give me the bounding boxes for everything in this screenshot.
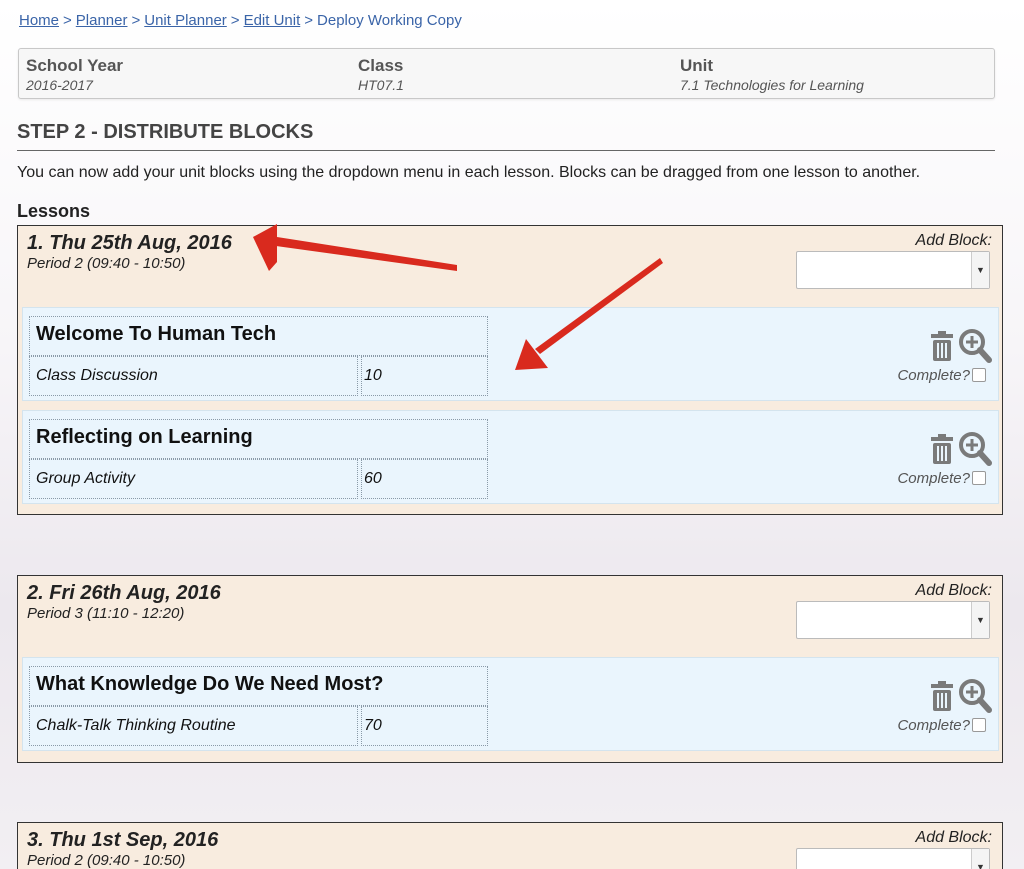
block-minutes[interactable]: 60 <box>361 459 488 499</box>
complete-toggle: Complete? <box>897 367 986 384</box>
block-activity[interactable]: Group Activity <box>29 459 358 499</box>
add-block-dropdown[interactable]: ▼ <box>796 251 990 289</box>
complete-toggle: Complete? <box>897 470 986 487</box>
unit-block[interactable]: What Knowledge Do We Need Most? Chalk-Ta… <box>22 657 999 751</box>
breadcrumb-separator: > <box>230 12 240 29</box>
complete-toggle: Complete? <box>897 717 986 734</box>
block-minutes[interactable]: 10 <box>361 356 488 396</box>
lesson-card: 3. Thu 1st Sep, 2016 Period 2 (09:40 - 1… <box>17 822 1003 869</box>
breadcrumb-current: Deploy Working Copy <box>317 12 462 29</box>
add-block-dropdown[interactable]: ▼ <box>796 848 990 869</box>
unit-value: 7.1 Technologies for Learning <box>680 77 864 93</box>
school-year-value: 2016-2017 <box>26 77 93 93</box>
complete-checkbox[interactable] <box>972 471 986 485</box>
breadcrumb-separator: > <box>304 12 314 29</box>
add-block-label: Add Block: <box>915 232 992 249</box>
lesson-period: Period 3 (11:10 - 12:20) <box>27 605 185 622</box>
block-title[interactable]: What Knowledge Do We Need Most? <box>29 666 488 706</box>
breadcrumb-edit-unit-link[interactable]: Edit Unit <box>244 12 301 29</box>
lesson-card: 2. Fri 26th Aug, 2016 Period 3 (11:10 - … <box>17 575 1003 763</box>
school-year-label: School Year <box>26 56 124 75</box>
block-actions <box>920 678 992 714</box>
lesson-title: 3. Thu 1st Sep, 2016 <box>27 829 219 851</box>
breadcrumb: Home > Planner > Unit Planner > Edit Unit > Depl… <box>19 12 462 29</box>
add-block-dropdown[interactable]: ▼ <box>796 601 990 639</box>
lesson-title: 2. Fri 26th Aug, 2016 <box>27 582 221 604</box>
complete-label: Complete? <box>897 367 970 384</box>
breadcrumb-separator: > <box>131 12 141 29</box>
class-column: Class HT07.1 <box>358 56 404 93</box>
block-actions <box>920 328 992 364</box>
unit-column: Unit 7.1 Technologies for Learning <box>680 56 864 93</box>
block-activity[interactable]: Chalk-Talk Thinking Routine <box>29 706 358 746</box>
complete-checkbox[interactable] <box>972 368 986 382</box>
breadcrumb-separator: > <box>63 12 72 29</box>
chevron-down-icon: ▼ <box>971 252 989 288</box>
block-title[interactable]: Welcome To Human Tech <box>29 316 488 356</box>
breadcrumb-planner-link[interactable]: Planner <box>76 12 128 29</box>
lesson-period: Period 2 (09:40 - 10:50) <box>27 852 186 869</box>
unit-label: Unit <box>680 56 714 75</box>
block-activity[interactable]: Class Discussion <box>29 356 358 396</box>
trash-icon[interactable] <box>930 330 954 362</box>
zoom-in-icon[interactable] <box>958 678 992 714</box>
step-title: STEP 2 - DISTRIBUTE BLOCKS <box>17 121 995 151</box>
class-value: HT07.1 <box>358 77 404 93</box>
instructions-text: You can now add your unit blocks using t… <box>17 164 921 181</box>
chevron-down-icon: ▼ <box>971 602 989 638</box>
lesson-period: Period 2 (09:40 - 10:50) <box>27 255 186 272</box>
class-label: Class <box>358 56 404 75</box>
unit-block[interactable]: Welcome To Human Tech Class Discussion 1… <box>22 307 999 401</box>
unit-info-panel: School Year 2016-2017 Class HT07.1 Unit … <box>18 48 995 99</box>
trash-icon[interactable] <box>930 680 954 712</box>
school-year-column: School Year 2016-2017 <box>26 56 123 93</box>
complete-label: Complete? <box>897 470 970 487</box>
add-block-label: Add Block: <box>915 829 992 846</box>
breadcrumb-unit-planner-link[interactable]: Unit Planner <box>144 12 227 29</box>
zoom-in-icon[interactable] <box>958 328 992 364</box>
breadcrumb-home-link[interactable]: Home <box>19 12 59 29</box>
lesson-title: 1. Thu 25th Aug, 2016 <box>27 232 232 254</box>
lessons-heading: Lessons <box>17 201 91 221</box>
trash-icon[interactable] <box>930 433 954 465</box>
block-minutes[interactable]: 70 <box>361 706 488 746</box>
complete-checkbox[interactable] <box>972 718 986 732</box>
lesson-card: 1. Thu 25th Aug, 2016 Period 2 (09:40 - … <box>17 225 1003 515</box>
chevron-down-icon: ▼ <box>971 849 989 869</box>
add-block-label: Add Block: <box>915 582 992 599</box>
block-title[interactable]: Reflecting on Learning <box>29 419 488 459</box>
block-actions <box>920 431 992 467</box>
unit-block[interactable]: Reflecting on Learning Group Activity 60… <box>22 410 999 504</box>
complete-label: Complete? <box>897 717 970 734</box>
zoom-in-icon[interactable] <box>958 431 992 467</box>
